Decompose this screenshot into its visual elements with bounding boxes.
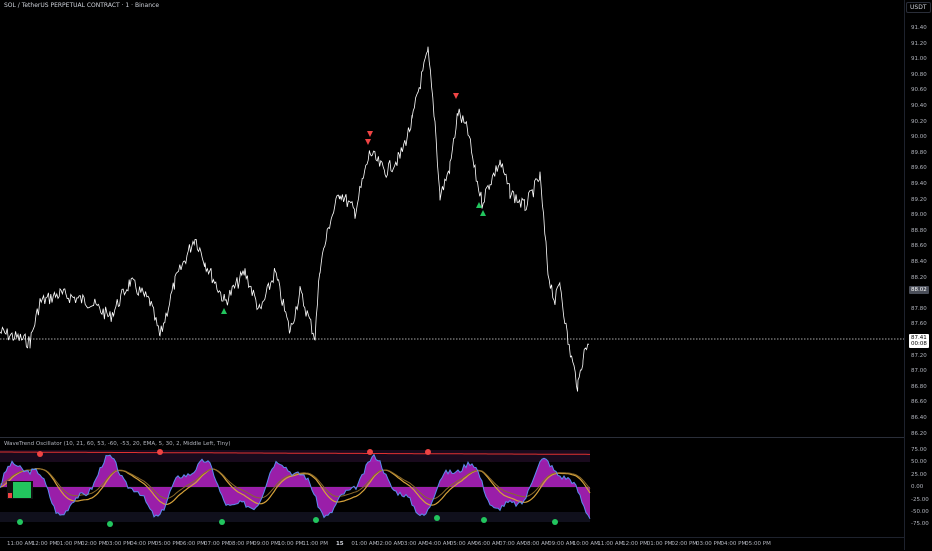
time-tick-label: 04:00 PM: [130, 541, 156, 547]
price-tick-label: 88.20: [911, 274, 927, 281]
time-tick-label: 07:00 AM: [498, 541, 526, 547]
time-tick-label: 08:00 PM: [228, 541, 255, 547]
price-tick-label: 91.40: [911, 25, 927, 31]
time-tick-label: 09:00 AM: [548, 541, 575, 547]
osc-oversold-dot: [552, 519, 558, 525]
price-tick-label: 89.20: [911, 196, 927, 203]
osc-tick-label: 25.00: [911, 471, 927, 478]
time-tick-label: 05:00 PM: [745, 541, 771, 547]
osc-oversold-dot: [434, 515, 440, 521]
price-tick-label: 87.00: [911, 368, 927, 375]
price-tick-label: 86.80: [911, 383, 927, 390]
osc-tick-label: 75.00: [911, 447, 927, 453]
price-tick-label: 87.20: [911, 352, 927, 359]
price-tick-label: 88.40: [911, 259, 927, 265]
price-tick-label: 90.40: [911, 103, 927, 109]
time-tick-label: 02:00 PM: [80, 541, 107, 547]
price-tick-label: 91.00: [911, 56, 927, 63]
time-tick-label: 03:00 PM: [695, 541, 722, 547]
status-cell: [8, 493, 12, 498]
time-tick-label: 04:00 PM: [720, 541, 747, 547]
osc-overbought-dot: [367, 449, 373, 455]
time-tick-label: 01:00 PM: [646, 541, 673, 547]
price-series: [0, 46, 590, 392]
time-tick-label: 02:00 AM: [375, 541, 403, 547]
buy-signal-icon: [476, 202, 482, 208]
time-tick-label: 10:00 AM: [572, 541, 599, 547]
price-tick-label: 89.80: [911, 149, 927, 156]
osc-oversold-dot: [107, 521, 113, 527]
bar-countdown: 00:08: [911, 341, 927, 347]
time-tick-label: 12:00 PM: [622, 541, 648, 547]
time-tick-label: 03:00 AM: [400, 541, 427, 547]
price-tick-label: 90.60: [911, 87, 927, 94]
status-cell: [13, 482, 31, 491]
osc-lower-band: [0, 512, 590, 522]
status-table: [7, 481, 33, 499]
price-tick-label: 89.00: [911, 212, 927, 219]
time-tick-label: 11:00 PM: [302, 541, 329, 547]
osc-overbought-dot: [425, 449, 431, 455]
osc-oversold-dot: [313, 517, 319, 523]
current-price-badge: 87.41 00:08: [909, 334, 929, 348]
osc-oversold-dot: [481, 517, 487, 523]
pane-divider[interactable]: [0, 437, 904, 438]
time-tick-label: 10:00 PM: [277, 541, 304, 547]
signal-markers: [221, 93, 486, 314]
osc-tick-label: -50.00: [911, 509, 929, 515]
buy-signal-icon: [221, 308, 227, 314]
osc-tick-label: 50.00: [911, 459, 927, 466]
time-tick-label: 11:00 AM: [597, 541, 624, 547]
osc-oversold-dot: [17, 519, 23, 525]
time-tick-label: 01:00 PM: [56, 541, 83, 547]
time-tick-label: 12:00 PM: [31, 541, 58, 547]
time-tick-label: 07:00 PM: [203, 541, 230, 547]
price-tick-label: 86.40: [911, 415, 927, 421]
osc-overbought-dot: [157, 449, 163, 455]
osc-tick-label: 0.00: [911, 484, 924, 491]
osc-upper-band: [0, 450, 590, 462]
price-tick-label: 88.80: [911, 227, 927, 234]
price-tick-label: 90.80: [911, 71, 927, 78]
symbol-title[interactable]: SOL / TetherUS PERPETUAL CONTRACT · 1 · …: [4, 2, 159, 9]
osc-overbought-dot: [37, 451, 43, 457]
price-tick-label: 89.60: [911, 165, 927, 172]
time-tick-label: 06:00 PM: [179, 541, 206, 547]
time-tick-label: 11:00 AM: [6, 541, 34, 547]
time-tick-label: 05:00 AM: [449, 541, 476, 547]
time-tick-label: 04:00 AM: [425, 541, 452, 547]
price-tick-label: 86.60: [911, 399, 927, 406]
time-tick-label: 03:00 PM: [105, 541, 132, 547]
time-tick-label: 06:00 AM: [474, 541, 501, 547]
price-pane[interactable]: [0, 12, 904, 436]
time-tick-label: 05:00 PM: [154, 541, 181, 547]
osc-tick-label: -25.00: [911, 496, 929, 503]
status-cell: [13, 491, 31, 498]
price-tick-label: 90.00: [911, 134, 927, 141]
price-tick-label: 86.20: [911, 430, 927, 437]
oscillator-pane[interactable]: [0, 440, 904, 534]
sell-signal-icon: [453, 93, 459, 99]
time-tick-label: 02:00 PM: [671, 541, 698, 547]
last-price-badge: 88.02: [909, 286, 929, 294]
time-tick-label: 08:00 AM: [523, 541, 550, 547]
time-tick-label: 09:00 PM: [253, 541, 279, 547]
wavetrend-fill: [0, 454, 590, 519]
buy-signal-icon: [480, 210, 486, 216]
price-tick-label: 89.40: [911, 181, 927, 187]
osc-oversold-dot: [219, 519, 225, 525]
price-tick-label: 88.60: [911, 243, 927, 250]
price-tick-label: 87.80: [911, 305, 927, 312]
price-tick-label: 87.60: [911, 321, 927, 328]
sell-signal-icon: [365, 139, 371, 145]
osc-tick-label: -75.00: [911, 521, 929, 528]
time-tick-label: 01:00 AM: [351, 541, 378, 547]
price-tick-label: 90.20: [911, 118, 927, 125]
time-tick-label: 15: [335, 541, 344, 547]
sell-signal-icon: [367, 131, 373, 137]
chart-window: SOL / TetherUS PERPETUAL CONTRACT · 1 · …: [0, 0, 932, 550]
price-tick-label: 91.20: [911, 40, 927, 47]
